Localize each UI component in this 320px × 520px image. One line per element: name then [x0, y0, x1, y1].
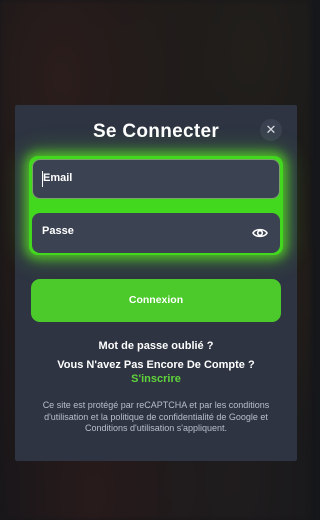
email-field[interactable]: Email [32, 159, 280, 199]
eye-icon[interactable] [252, 225, 268, 241]
password-placeholder: Passe [42, 225, 74, 237]
signup-link[interactable]: S'inscrire [15, 373, 297, 385]
modal-title: Se Connecter [92, 121, 220, 142]
no-account-text: Vous N'avez Pas Encore De Compte ? [57, 359, 255, 371]
password-field[interactable]: Passe [32, 213, 280, 253]
login-button[interactable]: Connexion [31, 279, 281, 322]
forgot-password-link[interactable]: Mot de passe oublié ? [15, 340, 297, 352]
recaptcha-legal-text: Ce site est protégé par reCAPTCHA et par… [42, 400, 270, 433]
login-modal: ✕ Se Connecter Email Passe Connexion Mot… [15, 105, 297, 461]
email-placeholder: Email [43, 172, 73, 184]
